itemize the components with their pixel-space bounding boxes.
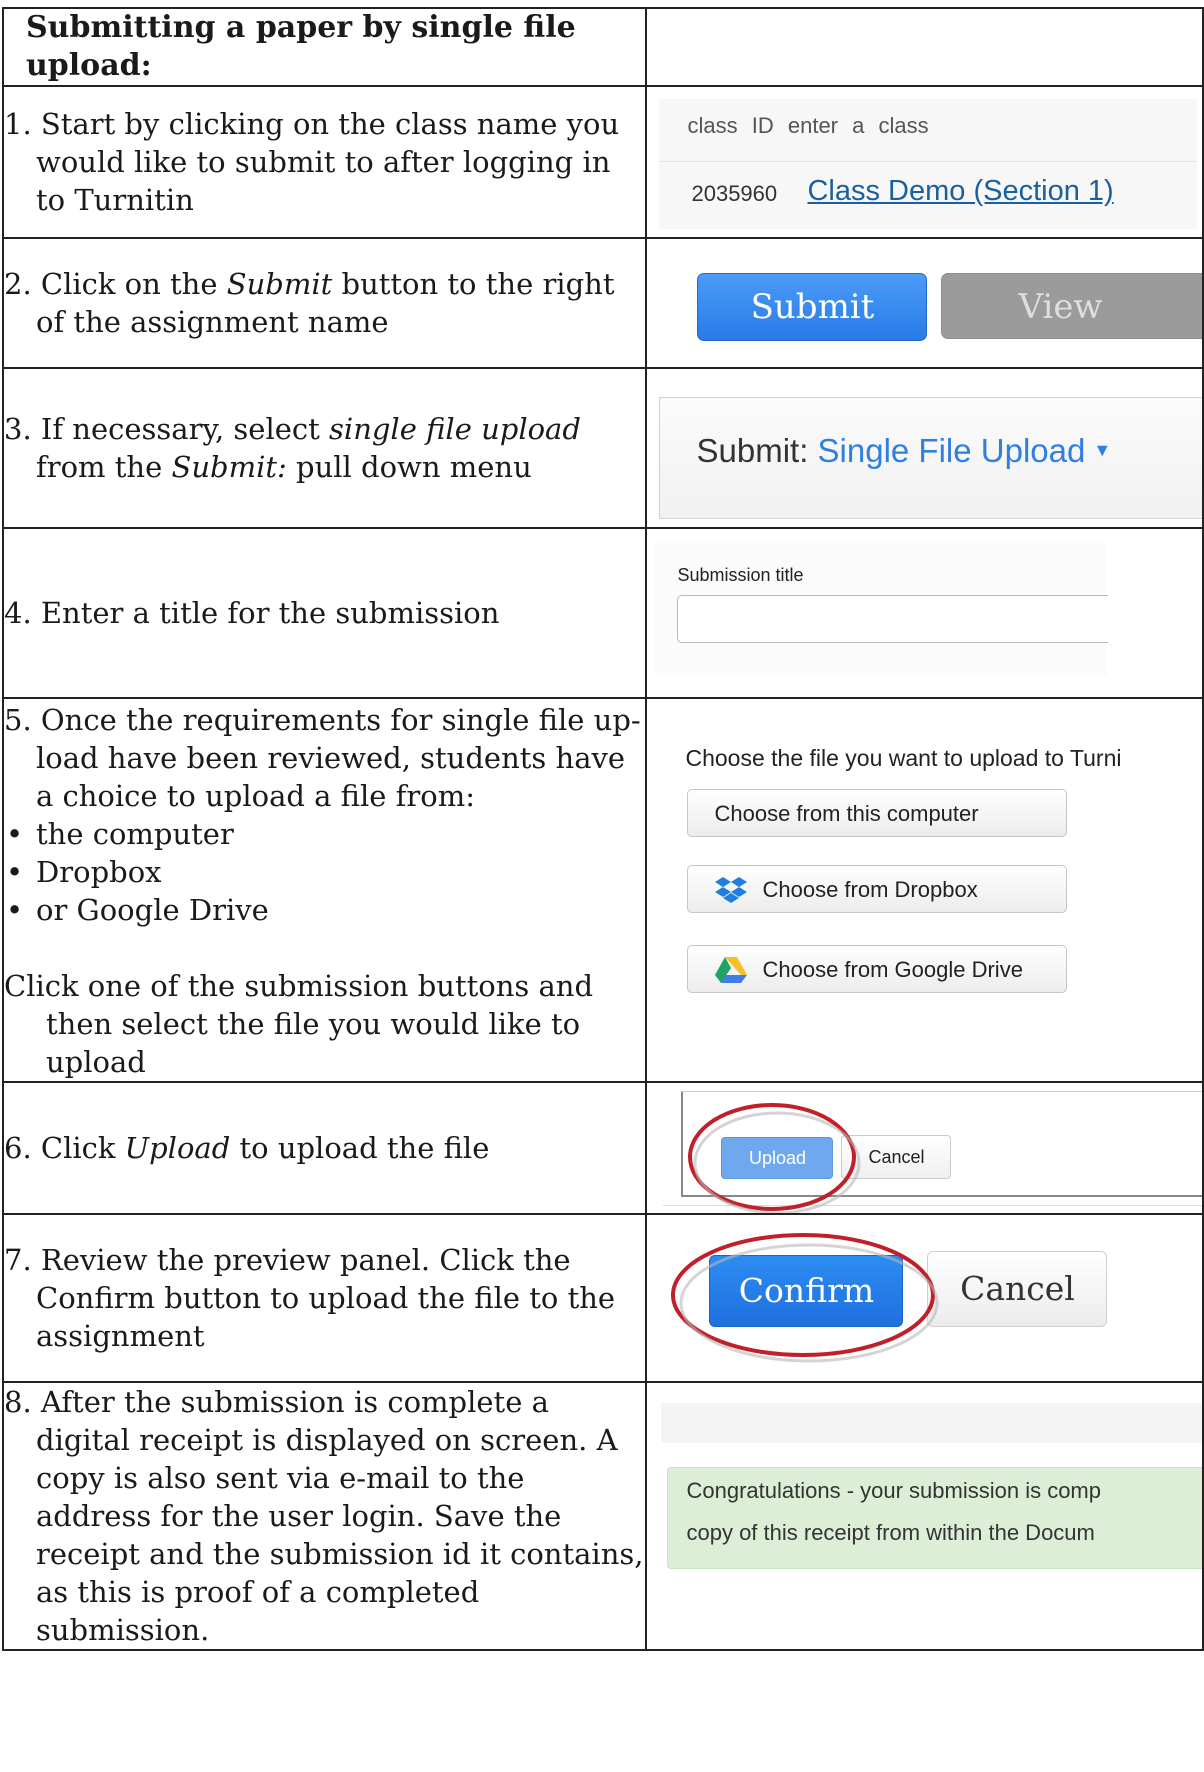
submission-title-input[interactable] [677, 595, 1109, 643]
submission-title-screenshot: Submission title [655, 543, 1109, 675]
header-row: Submitting a paper by single file upload… [1, 7, 1204, 87]
view-button[interactable]: View [941, 273, 1202, 339]
caret-down-icon[interactable]: ▼ [1093, 440, 1111, 460]
submit-type-dropdown[interactable]: Single File Upload [818, 432, 1086, 469]
submission-title-label: Submission title [677, 565, 804, 585]
class-name-link[interactable]: Class Demo (Section 1) [807, 175, 1113, 208]
step-5-followup: Click one of the submission buttons and … [4, 969, 594, 1079]
list-item: Dropbox [4, 853, 645, 891]
receipt-screenshot: Congratulations - your submission is com… [661, 1403, 1202, 1569]
step-row-7: 7. Review the preview panel. Click the C… [1, 1213, 1204, 1383]
step-row-8: 8. After the submission is complete a di… [1, 1381, 1204, 1651]
list-item: the computer [4, 815, 645, 853]
class-list-screenshot: class ID enter a class 2035960 Class Dem… [659, 99, 1198, 229]
step-2-text: 2. Click on the Submit button to the rig… [4, 267, 615, 339]
success-message: Congratulations - your submission is com… [667, 1467, 1202, 1569]
page-title: Submitting a paper by single file upload… [26, 10, 576, 83]
file-choice-screenshot: Choose the file you want to upload to Tu… [655, 713, 1202, 1031]
step-row-1: 1. Start by clicking on the class name y… [1, 85, 1204, 239]
step-row-5: 5. Once the requirements for single file… [1, 697, 1204, 1083]
step-4-text: 4. Enter a title for the submission [4, 596, 500, 630]
highlight-ring [671, 1233, 939, 1363]
class-name-header: enter a class [787, 113, 929, 138]
choose-google-drive-button[interactable]: Choose from Google Drive [687, 945, 1068, 993]
step-row-3: 3. If necessary, select single file uplo… [1, 367, 1204, 529]
dropbox-icon [715, 877, 748, 903]
step-row-4: 4. Enter a title for the submission Subm… [1, 527, 1204, 699]
class-id-value: 2035960 [691, 181, 778, 206]
upload-sources-list: the computer Dropbox or Google Drive [4, 815, 645, 929]
submit-menu-screenshot: Submit: Single File Upload ▼ [659, 397, 1202, 526]
instructions-table: Submitting a paper by single file upload… [1, 7, 1204, 1651]
step-7-text: 7. Review the preview panel. Click the C… [4, 1243, 616, 1353]
step-3-text: 3. If necessary, select single file uplo… [4, 412, 581, 484]
step-5-text: 5. Once the requirements for single file… [4, 703, 641, 813]
step-row-6: 6. Click Upload to upload the file Uploa… [1, 1081, 1204, 1215]
step-1-text: 1. Start by clicking on the class name y… [4, 107, 620, 217]
submit-menu-label: Submit: [696, 432, 809, 469]
document-page: Submitting a paper by single file upload… [0, 0, 1204, 1772]
highlight-ring [688, 1103, 861, 1212]
upload-screenshot: Upload Cancel [663, 1091, 1202, 1212]
submit-button[interactable]: Submit [697, 273, 928, 341]
google-drive-icon [715, 957, 748, 983]
file-choice-intro: Choose the file you want to upload to Tu… [685, 745, 1122, 771]
step-8-text: 8. After the submission is complete a di… [4, 1385, 644, 1647]
choose-dropbox-button[interactable]: Choose from Dropbox [687, 865, 1068, 913]
class-id-header: class ID [687, 113, 774, 138]
step-6-text: 6. Click Upload to upload the file [4, 1131, 490, 1165]
list-item: or Google Drive [4, 891, 645, 929]
step-row-2: 2. Click on the Submit button to the rig… [1, 237, 1204, 369]
cancel-button[interactable]: Cancel [927, 1251, 1108, 1327]
choose-computer-button[interactable]: Choose from this computer [687, 789, 1068, 837]
